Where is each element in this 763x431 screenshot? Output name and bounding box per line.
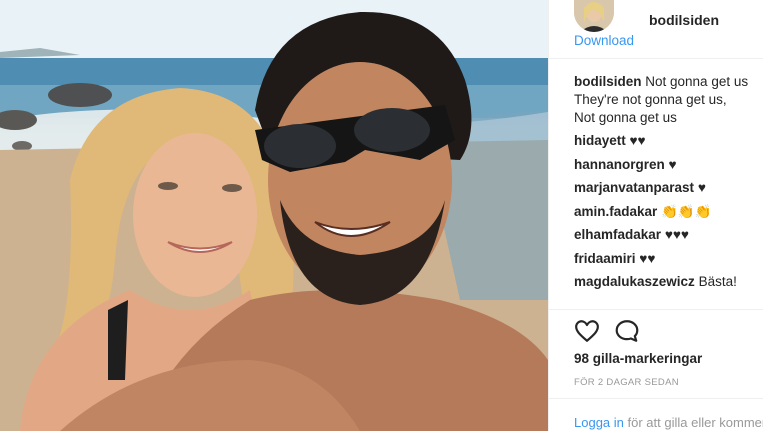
login-prompt: Logga in för att gilla eller kommentera. — [574, 415, 763, 430]
comment-text: ♥♥♥ — [664, 227, 689, 242]
login-link[interactable]: Logga in — [574, 415, 624, 430]
heart-outline-icon[interactable] — [574, 318, 600, 344]
avatar-image — [574, 0, 614, 32]
comments-list[interactable]: bodilsiden Not gonna get us They're not … — [574, 73, 763, 309]
comment-item: amin.fadakar 👏👏👏 — [574, 203, 763, 221]
comment-text: ♥♥ — [639, 250, 656, 266]
post-author-username[interactable]: bodilsiden — [649, 12, 719, 28]
comment-item: fridaamiri ♥♥ — [574, 250, 763, 268]
footer-divider — [549, 398, 763, 399]
comment-item: elhamfadakar ♥♥♥ — [574, 226, 763, 244]
comment-username[interactable]: hidayett — [574, 133, 626, 148]
download-link[interactable]: Download — [574, 33, 634, 48]
likes-count[interactable]: 98 gilla-markeringar — [574, 351, 702, 366]
comment-text: ♥ — [697, 180, 706, 195]
post-photo[interactable] — [0, 0, 548, 431]
avatar[interactable] — [574, 0, 614, 32]
comments-divider — [549, 309, 763, 310]
comment-item: hidayett ♥♥ — [574, 132, 763, 150]
post-header: Download bodilsiden — [549, 0, 763, 58]
comment-text: Bästa! — [698, 274, 737, 289]
comment-username[interactable]: magdalukaszewicz — [574, 274, 695, 289]
comment-username[interactable]: amin.fadakar — [574, 204, 657, 219]
beach-selfie-image — [0, 0, 548, 431]
post-details-panel: Download bodilsiden bodilsiden Not gonna… — [548, 0, 763, 431]
caption-username[interactable]: bodilsiden — [574, 74, 642, 89]
comment-username[interactable]: elhamfadakar — [574, 227, 661, 242]
speech-bubble-icon[interactable] — [614, 318, 640, 344]
comment-item: magdalukaszewicz Bästa! — [574, 273, 763, 291]
comment-item: hannanorgren ♥ — [574, 156, 763, 174]
caption-line-2: They're not gonna get us, — [574, 92, 727, 107]
comment-username[interactable]: marjanvatanparast — [574, 180, 694, 195]
post-timestamp: FÖR 2 DAGAR SEDAN — [574, 377, 679, 388]
caption-line-3: Not gonna get us — [574, 110, 677, 125]
comment-username[interactable]: hannanorgren — [574, 157, 665, 172]
comment-item: marjanvatanparast ♥ — [574, 179, 763, 197]
caption-line-1: Not gonna get us — [645, 74, 749, 89]
login-prompt-text: för att gilla eller kommentera. — [627, 415, 763, 430]
post-caption: bodilsiden Not gonna get us They're not … — [574, 73, 763, 127]
header-divider — [549, 58, 763, 59]
comment-text: ♥ — [668, 156, 677, 172]
comment-text: 👏👏👏 — [661, 203, 712, 219]
comment-username[interactable]: fridaamiri — [574, 251, 636, 266]
comment-text: ♥♥ — [629, 133, 646, 148]
